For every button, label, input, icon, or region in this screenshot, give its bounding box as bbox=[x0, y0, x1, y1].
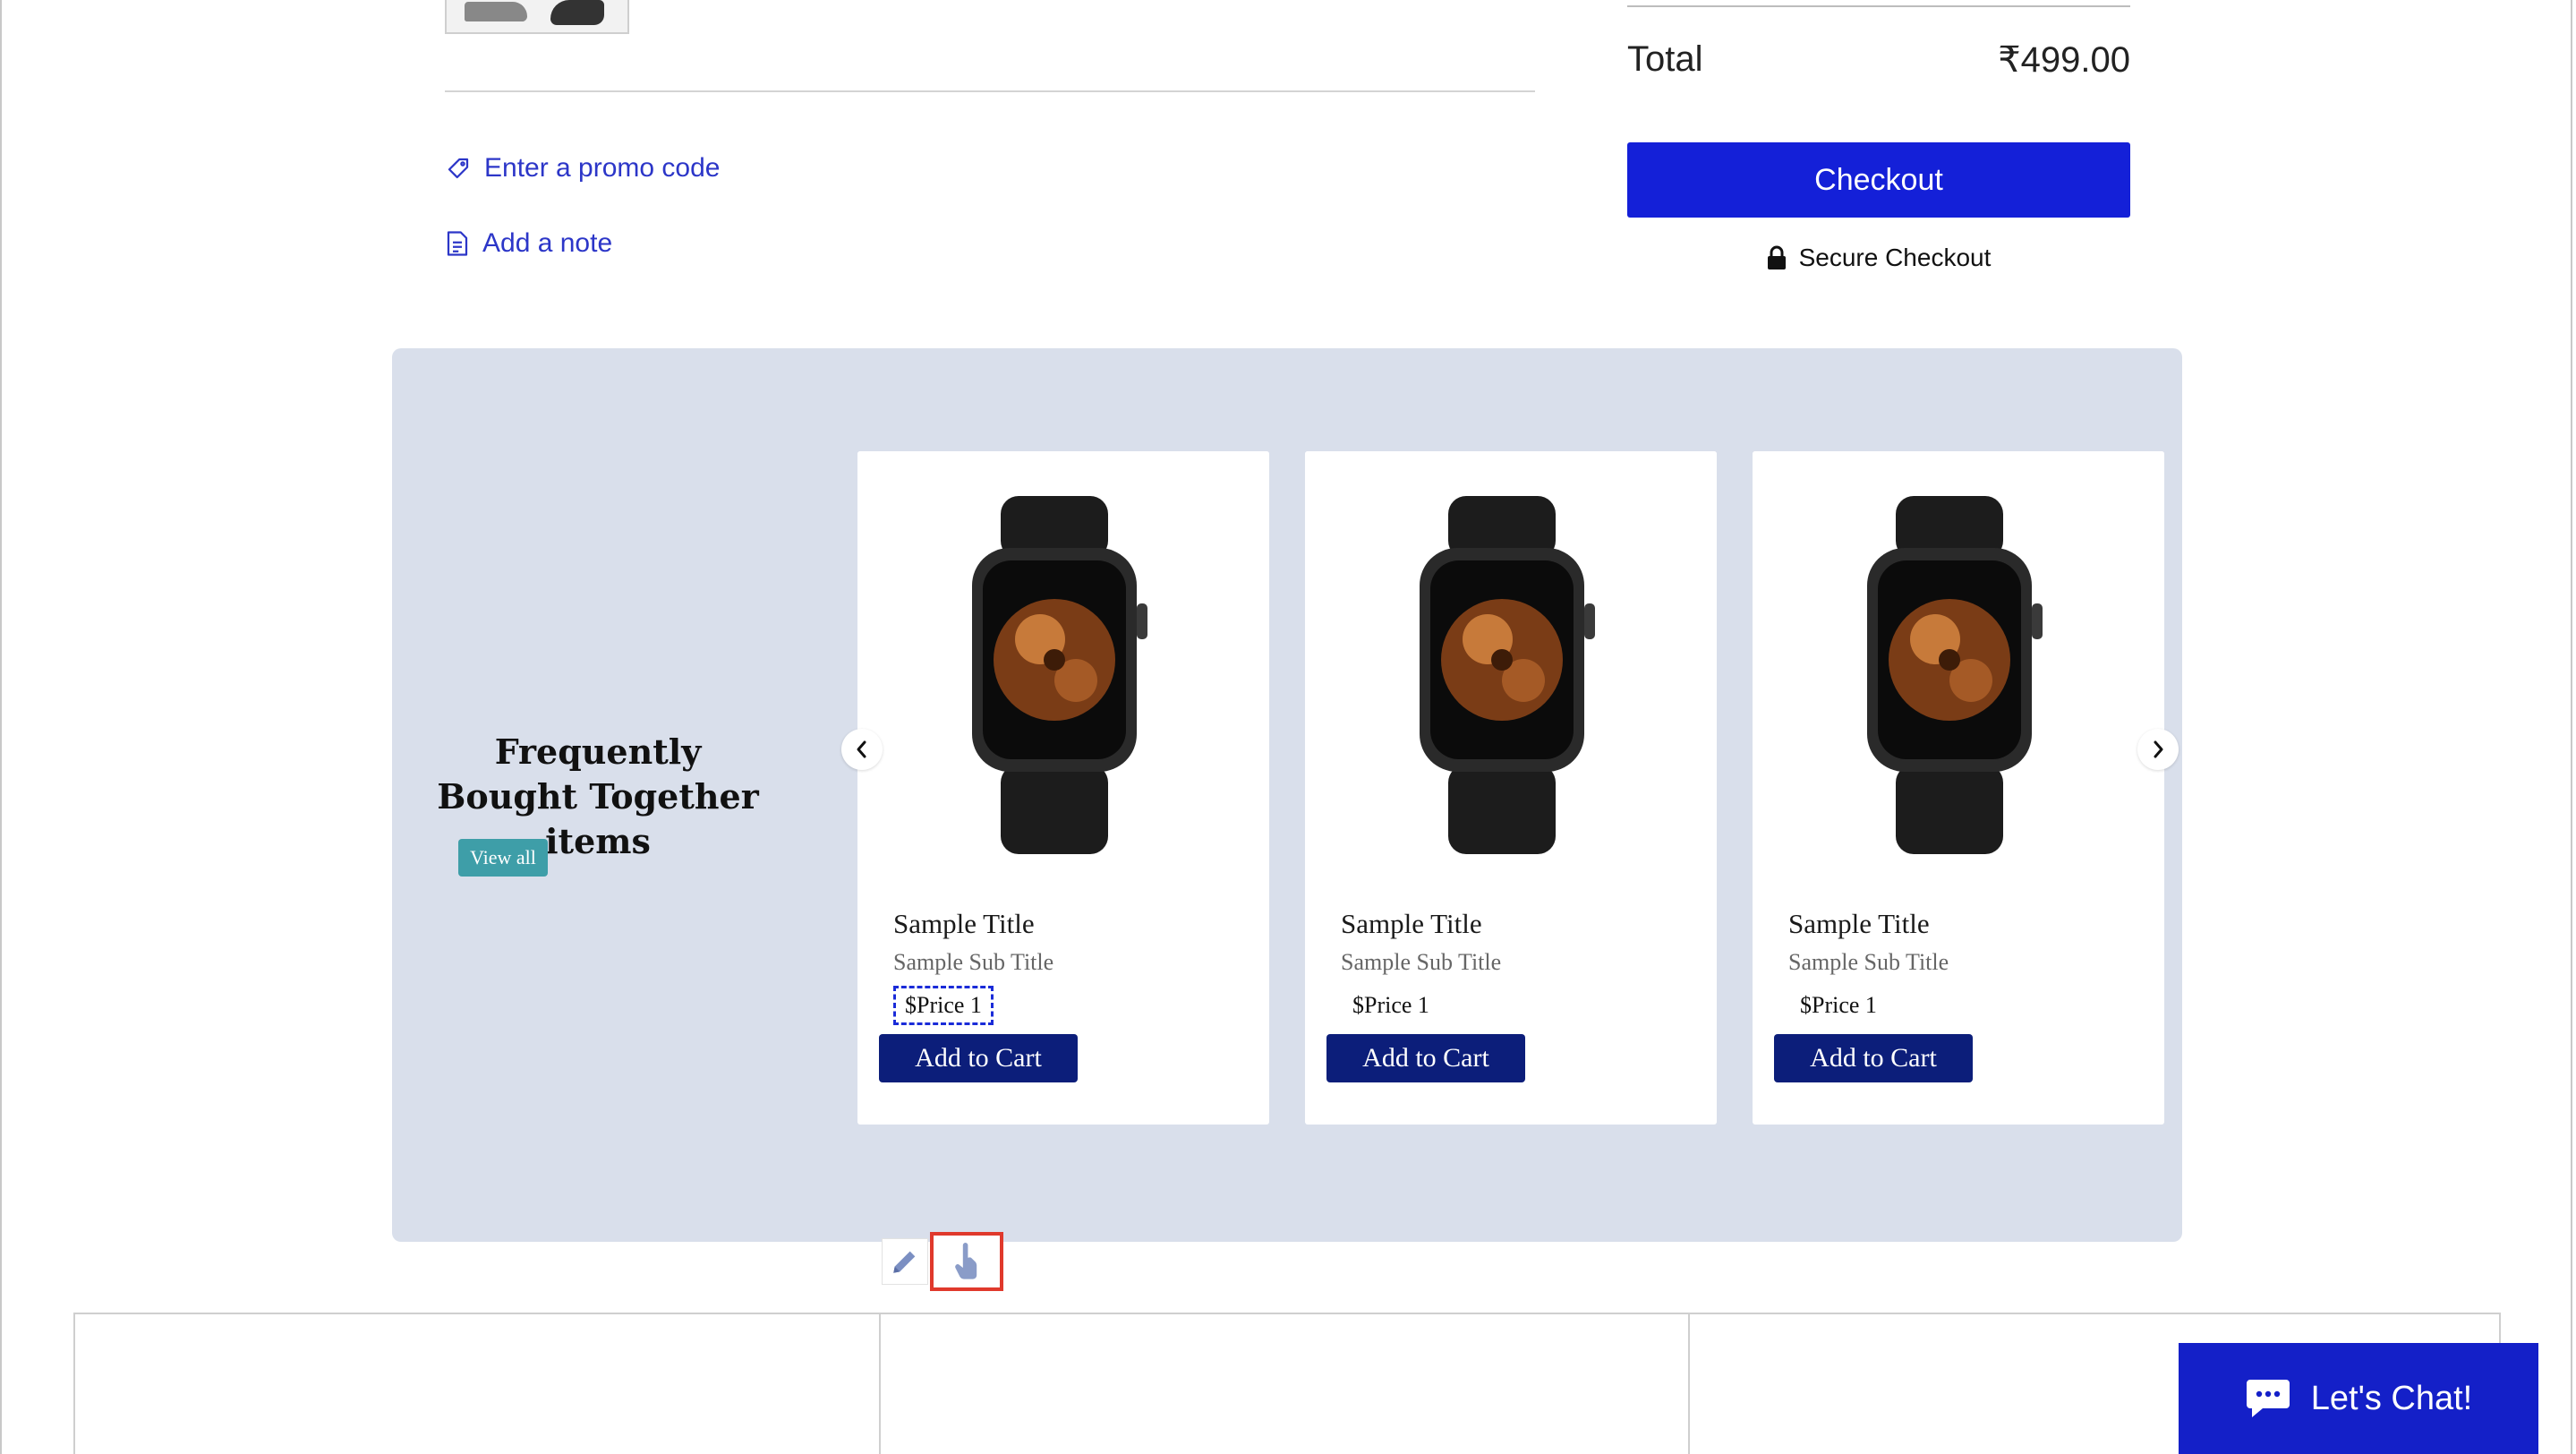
product-price[interactable]: $Price 1 bbox=[1788, 986, 1889, 1025]
product-image[interactable] bbox=[1753, 451, 2164, 888]
secure-checkout: Secure Checkout bbox=[1627, 244, 2130, 272]
product-card[interactable]: Sample Title Sample Sub Title $Price 1 A… bbox=[1305, 451, 1717, 1125]
checkout-button[interactable]: Checkout bbox=[1627, 142, 2130, 218]
add-to-cart-button[interactable]: Add to Cart bbox=[879, 1034, 1078, 1082]
add-to-cart-button[interactable]: Add to Cart bbox=[1326, 1034, 1525, 1082]
product-subtitle: Sample Sub Title bbox=[1341, 949, 1502, 975]
edit-tool-button[interactable] bbox=[882, 1238, 928, 1285]
add-note-link[interactable]: Add a note bbox=[445, 224, 612, 263]
secure-checkout-label: Secure Checkout bbox=[1798, 244, 1992, 271]
carousel-prev-button[interactable] bbox=[841, 729, 883, 770]
watch-icon bbox=[1420, 496, 1595, 854]
product-price[interactable]: $Price 1 bbox=[893, 986, 994, 1025]
shoe-image-right bbox=[550, 0, 604, 25]
add-to-cart-button[interactable]: Add to Cart bbox=[1774, 1034, 1973, 1082]
product-title: Sample Title bbox=[1788, 908, 1930, 939]
product-image[interactable] bbox=[857, 451, 1269, 888]
tag-icon bbox=[448, 158, 469, 179]
pencil-icon bbox=[893, 1251, 916, 1273]
view-all-button[interactable]: View all bbox=[458, 839, 548, 877]
page-right-edge bbox=[2571, 0, 2572, 1454]
product-subtitle: Sample Sub Title bbox=[893, 949, 1054, 975]
footer-grid-line bbox=[879, 1313, 881, 1454]
total-value: ₹499.00 bbox=[1998, 40, 2130, 80]
cart-divider bbox=[445, 90, 1535, 92]
footer-grid-line bbox=[73, 1313, 75, 1454]
product-image[interactable] bbox=[1305, 451, 1717, 888]
lock-icon bbox=[1767, 245, 1786, 269]
footer-grid-top bbox=[73, 1313, 2501, 1314]
carousel-next-button[interactable] bbox=[2137, 729, 2179, 770]
page-left-edge bbox=[0, 0, 2, 1454]
promo-code-label: Enter a promo code bbox=[484, 153, 721, 183]
chevron-right-icon bbox=[2154, 740, 2163, 758]
chat-bubble-icon bbox=[2246, 1380, 2290, 1417]
summary-divider bbox=[1627, 5, 2130, 7]
lets-chat-button[interactable]: Let's Chat! bbox=[2179, 1343, 2538, 1454]
watch-icon bbox=[1867, 496, 2043, 854]
cart-item-thumbnail[interactable] bbox=[445, 0, 629, 34]
hand-pointer-icon bbox=[955, 1243, 977, 1279]
watch-icon bbox=[972, 496, 1147, 854]
shoe-image-left bbox=[465, 2, 527, 21]
total-label: Total bbox=[1627, 39, 1703, 79]
interact-tool-button[interactable] bbox=[930, 1232, 1003, 1291]
product-price[interactable]: $Price 1 bbox=[1341, 986, 1441, 1025]
product-title: Sample Title bbox=[893, 908, 1035, 939]
product-card[interactable]: Sample Title Sample Sub Title $Price 1 A… bbox=[1753, 451, 2164, 1125]
product-subtitle: Sample Sub Title bbox=[1788, 949, 1949, 975]
lets-chat-label: Let's Chat! bbox=[2310, 1379, 2473, 1417]
footer-grid-line bbox=[1688, 1313, 1690, 1454]
add-note-label: Add a note bbox=[482, 228, 613, 258]
product-card[interactable]: Sample Title Sample Sub Title $Price 1 A… bbox=[857, 451, 1269, 1125]
product-title: Sample Title bbox=[1341, 908, 1482, 939]
promo-code-link[interactable]: Enter a promo code bbox=[445, 149, 720, 188]
note-icon bbox=[447, 231, 468, 256]
chevron-left-icon bbox=[857, 740, 866, 758]
